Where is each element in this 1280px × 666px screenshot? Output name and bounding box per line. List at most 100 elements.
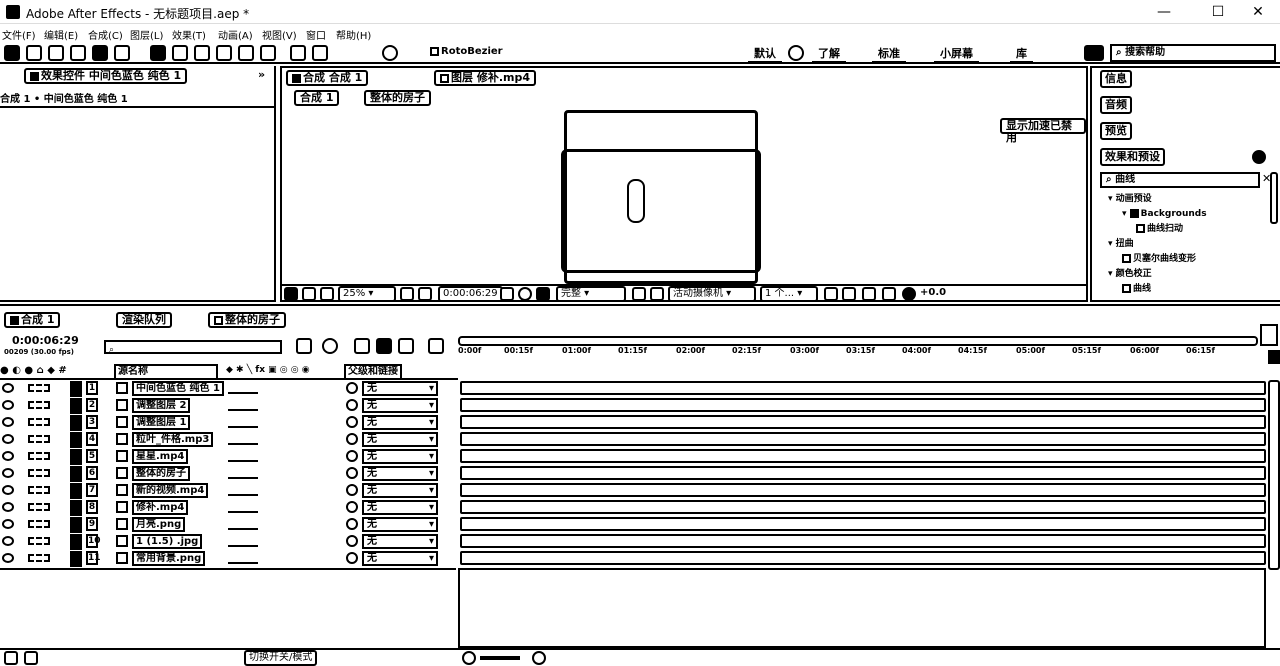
- effect-controls-tab[interactable]: 效果控件 中间色蓝色 纯色 1: [24, 68, 188, 84]
- parent-pickwhip-icon[interactable]: [346, 399, 358, 411]
- solo-lock-toggles[interactable]: [28, 452, 50, 460]
- zoom-select[interactable]: 25% ▾: [338, 286, 396, 302]
- layer-switches[interactable]: [228, 552, 258, 564]
- solo-lock-toggles[interactable]: [28, 418, 50, 426]
- parent-select[interactable]: 无: [362, 483, 438, 498]
- solo-lock-toggles[interactable]: [28, 554, 50, 562]
- label-color-swatch[interactable]: [70, 551, 82, 567]
- preview-panel-tab[interactable]: 预览: [1100, 122, 1132, 140]
- label-color-swatch[interactable]: [70, 398, 82, 414]
- workspace-standard[interactable]: 标准: [872, 45, 906, 64]
- effects-presets-menu-icon[interactable]: [1252, 150, 1266, 164]
- audio-panel-tab[interactable]: 音频: [1100, 96, 1132, 114]
- region-of-interest-icon[interactable]: [632, 287, 646, 301]
- layer-duration-bar[interactable]: [460, 517, 1266, 531]
- tree-item-bezier-warp[interactable]: 贝塞尔曲线变形: [1100, 252, 1207, 267]
- menu-help[interactable]: 帮助(H): [336, 27, 371, 42]
- transparency-grid-icon[interactable]: [650, 287, 664, 301]
- timeline-icon[interactable]: [862, 287, 876, 301]
- workspace-small-screen[interactable]: 小屏幕: [934, 45, 979, 64]
- visibility-eye-icon[interactable]: [2, 383, 14, 393]
- layer-row[interactable]: 9 月亮.png 无: [0, 516, 455, 533]
- layer-switches[interactable]: [228, 416, 258, 428]
- visibility-eye-icon[interactable]: [2, 553, 14, 563]
- layer-footage-tab[interactable]: 图层 修补.mp4: [434, 70, 536, 86]
- composition-tab[interactable]: 合成 合成 1: [286, 70, 369, 86]
- parent-pickwhip-icon[interactable]: [346, 433, 358, 445]
- right-panel-scrollbar[interactable]: [1270, 172, 1278, 224]
- menu-window[interactable]: 窗口: [306, 27, 326, 42]
- channel-select-icon[interactable]: [536, 287, 550, 301]
- layer-switches[interactable]: [228, 450, 258, 462]
- pixel-aspect-icon[interactable]: [824, 287, 838, 301]
- info-panel-tab[interactable]: 信息: [1100, 70, 1132, 88]
- label-color-swatch[interactable]: [70, 415, 82, 431]
- comp-mini-flowchart-icon[interactable]: [296, 338, 312, 354]
- parent-select[interactable]: 无: [362, 517, 438, 532]
- layer-switches[interactable]: [228, 484, 258, 496]
- safe-margins-icon[interactable]: [418, 287, 432, 301]
- workspace-default[interactable]: 默认: [748, 45, 782, 64]
- label-color-swatch[interactable]: [70, 534, 82, 550]
- fit-icon[interactable]: [400, 287, 414, 301]
- parent-pickwhip-icon[interactable]: [346, 467, 358, 479]
- menu-effect[interactable]: 效果(T): [172, 27, 206, 42]
- layer-row[interactable]: 5 星星.mp4 无: [0, 448, 455, 465]
- layer-duration-bar[interactable]: [460, 415, 1266, 429]
- rotobezier-checkbox[interactable]: [430, 46, 439, 56]
- parent-pickwhip-icon[interactable]: [346, 518, 358, 530]
- label-color-swatch[interactable]: [70, 483, 82, 499]
- workspace-libraries[interactable]: 库: [1010, 45, 1033, 64]
- label-color-swatch[interactable]: [70, 466, 82, 482]
- layer-row[interactable]: 4 粒叶_件格.mp3 无: [0, 431, 455, 448]
- layer-name[interactable]: 1 (1.5) .jpg: [132, 534, 203, 549]
- menu-layer[interactable]: 图层(L): [130, 27, 163, 42]
- layer-search-input[interactable]: ⌕: [104, 340, 282, 355]
- menu-file[interactable]: 文件(F): [2, 27, 36, 42]
- layer-name[interactable]: 调整图层 2: [132, 398, 191, 413]
- visibility-eye-icon[interactable]: [2, 400, 14, 410]
- workspace-learn[interactable]: 了解: [812, 45, 846, 64]
- visibility-eye-icon[interactable]: [2, 468, 14, 478]
- solo-lock-toggles[interactable]: [28, 469, 50, 477]
- visibility-eye-icon[interactable]: [2, 451, 14, 461]
- clone-stamp-tool-icon[interactable]: [238, 45, 254, 61]
- house-nav-tab[interactable]: 整体的房子: [364, 90, 431, 106]
- workspace-menu-icon[interactable]: [788, 45, 804, 61]
- layer-duration-bar[interactable]: [460, 466, 1266, 480]
- parent-select[interactable]: 无: [362, 432, 438, 447]
- solo-lock-toggles[interactable]: [28, 537, 50, 545]
- label-color-swatch[interactable]: [70, 381, 82, 397]
- rotate-tool-icon[interactable]: [70, 45, 86, 61]
- search-help-field[interactable]: ⌕ 搜索帮助: [1110, 44, 1276, 62]
- parent-select[interactable]: 无: [362, 398, 438, 413]
- layer-row[interactable]: 8 修补.mp4 无: [0, 499, 455, 516]
- resolution-select[interactable]: 完整 ▾: [556, 286, 626, 302]
- tree-item-curves[interactable]: 曲线: [1100, 282, 1207, 297]
- solo-lock-toggles[interactable]: [28, 486, 50, 494]
- label-color-swatch[interactable]: [70, 449, 82, 465]
- minimize-button[interactable]: —: [1150, 3, 1178, 21]
- layer-duration-bar[interactable]: [460, 534, 1266, 548]
- color-channel-icon[interactable]: [518, 287, 532, 301]
- layer-duration-bar[interactable]: [460, 483, 1266, 497]
- reset-exposure-icon[interactable]: [902, 287, 916, 301]
- parent-pickwhip-icon[interactable]: [346, 382, 358, 394]
- tree-folder-color-correction[interactable]: ▾ 颜色校正: [1100, 267, 1207, 282]
- solo-lock-toggles[interactable]: [28, 520, 50, 528]
- parent-select[interactable]: 无: [362, 466, 438, 481]
- camera-snapshot-icon[interactable]: [500, 287, 514, 301]
- parent-select[interactable]: 无: [362, 381, 438, 396]
- parent-pickwhip-icon[interactable]: [346, 416, 358, 428]
- timeline-comp-tab[interactable]: 合成 1: [4, 312, 61, 328]
- roto-brush-tool-icon[interactable]: [290, 45, 306, 61]
- work-area-bar[interactable]: [458, 336, 1258, 346]
- parent-pickwhip-icon[interactable]: [346, 450, 358, 462]
- visibility-eye-icon[interactable]: [2, 417, 14, 427]
- solo-lock-toggles[interactable]: [28, 384, 50, 392]
- transfer-controls-icon[interactable]: [24, 651, 38, 665]
- snapshot-icon[interactable]: [302, 287, 316, 301]
- layer-name[interactable]: 中间色蓝色 纯色 1: [132, 381, 224, 396]
- fast-preview-icon[interactable]: [842, 287, 856, 301]
- effects-presets-tab[interactable]: 效果和预设: [1100, 148, 1165, 166]
